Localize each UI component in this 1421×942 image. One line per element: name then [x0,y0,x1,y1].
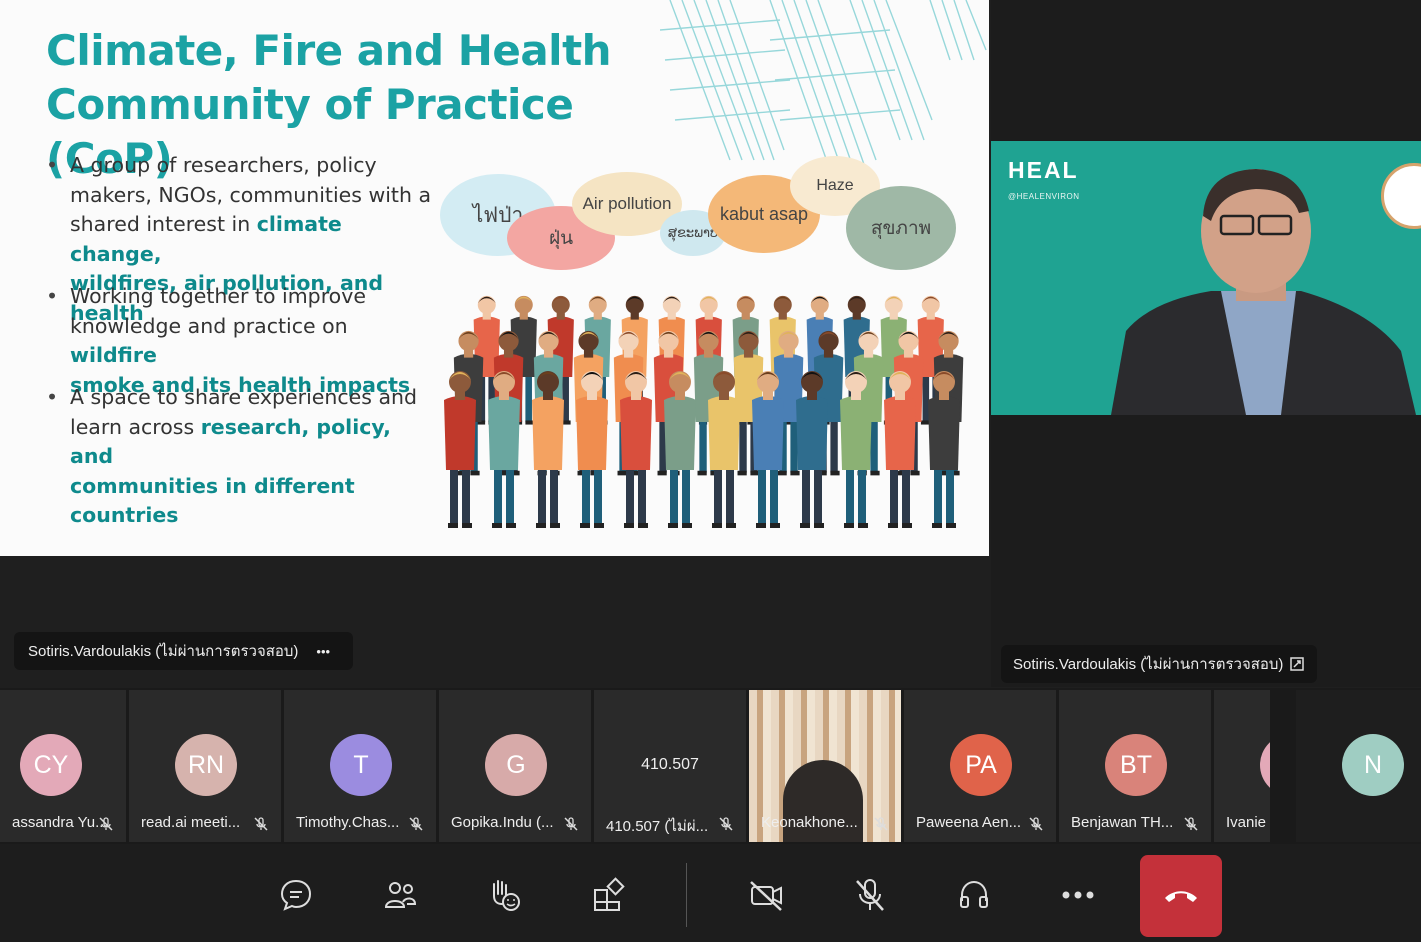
speaker-person [1111,169,1416,415]
avatar: BT [1105,734,1167,796]
avatar: N [1342,734,1404,796]
muted-mic-icon [99,817,113,831]
react-button[interactable] [482,873,526,917]
avatar: G [485,734,547,796]
bullet-text: A group of researchers, policy [70,153,377,177]
participant-name: Timothy.Chas... [296,814,400,831]
presenter-name: Sotiris.Vardoulakis (ไม่ผ่านการตรวจสอบ) [28,643,299,660]
bullet-text: makers, NGOs, communities with a [70,182,432,207]
avatar [1260,734,1270,796]
bullet-line: shared interest in climate change, [70,210,440,269]
participant-tile[interactable]: CY assandra Yu... [0,690,126,842]
muted-mic-icon [564,817,578,831]
speaker-video[interactable]: HEAL @HEALENVIRON [991,141,1421,415]
muted-mic-icon [254,817,268,831]
bullet-line: communities in different countries [70,472,440,531]
bullet-text: A space to share experiences and [70,385,418,409]
participant-tile[interactable]: G Gopika.Indu (... [439,690,591,842]
speech-bubble-7: สุขภาพ [846,186,956,270]
crowd-illustration [444,295,964,528]
highlight-text: wildfire [70,343,157,367]
participant-tile[interactable]: N [1296,690,1421,842]
apps-button[interactable] [586,873,630,917]
people-icon [384,882,417,908]
participant-label: 410.507 [641,756,699,773]
mic-button[interactable] [848,873,892,917]
screen-share-icon [1290,657,1305,671]
muted-mic-icon [1029,817,1043,831]
avatar: CY [20,734,82,796]
headset-icon [960,880,988,908]
participant-name: Ivanie [1226,814,1267,831]
react-icon [493,880,520,911]
heal-logo: HEAL [1008,157,1079,183]
slide-title-line-1: Climate, Fire and Health [46,26,612,75]
participant-tile[interactable]: PA Paweena Aen... [904,690,1056,842]
highlight-text: communities in different countries [70,473,355,528]
participant-name: Keonakhone... [761,814,858,831]
participant-name: 410.507 (ไม่ผ่... [606,818,709,835]
speaker-name-label: Sotiris.Vardoulakis (ไม่ผ่านการตรวจสอบ) [1001,645,1318,683]
mic-off-icon [856,879,884,911]
apps-icon [594,877,625,911]
more-icon [1062,891,1094,899]
participant-name: read.ai meeti... [141,814,241,831]
shared-slide: Climate, Fire and Health Community of Pr… [0,0,989,556]
more-button[interactable] [1056,873,1100,917]
camera-off-icon [750,881,782,911]
bullet-line: A space to share experiences and [70,383,440,413]
participant-name: Paweena Aen... [916,814,1022,831]
leave-call-button[interactable] [1140,855,1222,937]
bullet-text: learn across [70,414,201,439]
bullet-line: makers, NGOs, communities with a [70,181,440,211]
hangup-icon [1165,891,1197,902]
participant-tile[interactable]: 410.507 410.507 (ไม่ผ่... [594,690,746,842]
heal-handle: @HEALENVIRON [1008,192,1080,201]
chat-button[interactable] [274,873,318,917]
participant-tile[interactable]: T Timothy.Chas... [284,690,436,842]
participant-name: Gopika.Indu (... [451,814,554,831]
audio-button[interactable] [952,873,996,917]
bullet-line: Working together to improve [70,282,440,312]
avatar: RN [175,734,237,796]
bullet-text: knowledge and practice on [70,313,348,338]
camera-button[interactable] [744,873,788,917]
participant-tile[interactable]: Ivanie [1214,690,1270,842]
avatar: PA [950,734,1012,796]
toolbar-divider [686,863,687,927]
avatar: T [330,734,392,796]
bullet-text: shared interest in [70,212,257,236]
participant-tile[interactable]: BT Benjawan TH... [1059,690,1211,842]
speaker-name: Sotiris.Vardoulakis (ไม่ผ่านการตรวจสอบ) [1013,656,1284,673]
participants-button[interactable] [378,873,422,917]
presenter-more-button[interactable]: ••• [316,644,330,659]
muted-mic-icon [719,817,733,831]
bullet-line: learn across research, policy, and [70,413,440,472]
muted-mic-icon [1184,817,1198,831]
participant-tile[interactable]: RN read.ai meeti... [129,690,281,842]
bullet-line: A group of researchers, policy [70,151,440,181]
participant-tile[interactable]: Keonakhone... [749,690,901,842]
muted-mic-icon [409,817,423,831]
bullet-text: Working together to improve [70,284,366,308]
participant-name: Benjawan TH... [1071,814,1174,831]
bullet-line: knowledge and practice on wildfire [70,312,440,371]
chat-icon [280,879,312,911]
muted-mic-icon [874,817,888,831]
presenter-name-bar: Sotiris.Vardoulakis (ไม่ผ่านการตรวจสอบ) … [14,632,353,670]
